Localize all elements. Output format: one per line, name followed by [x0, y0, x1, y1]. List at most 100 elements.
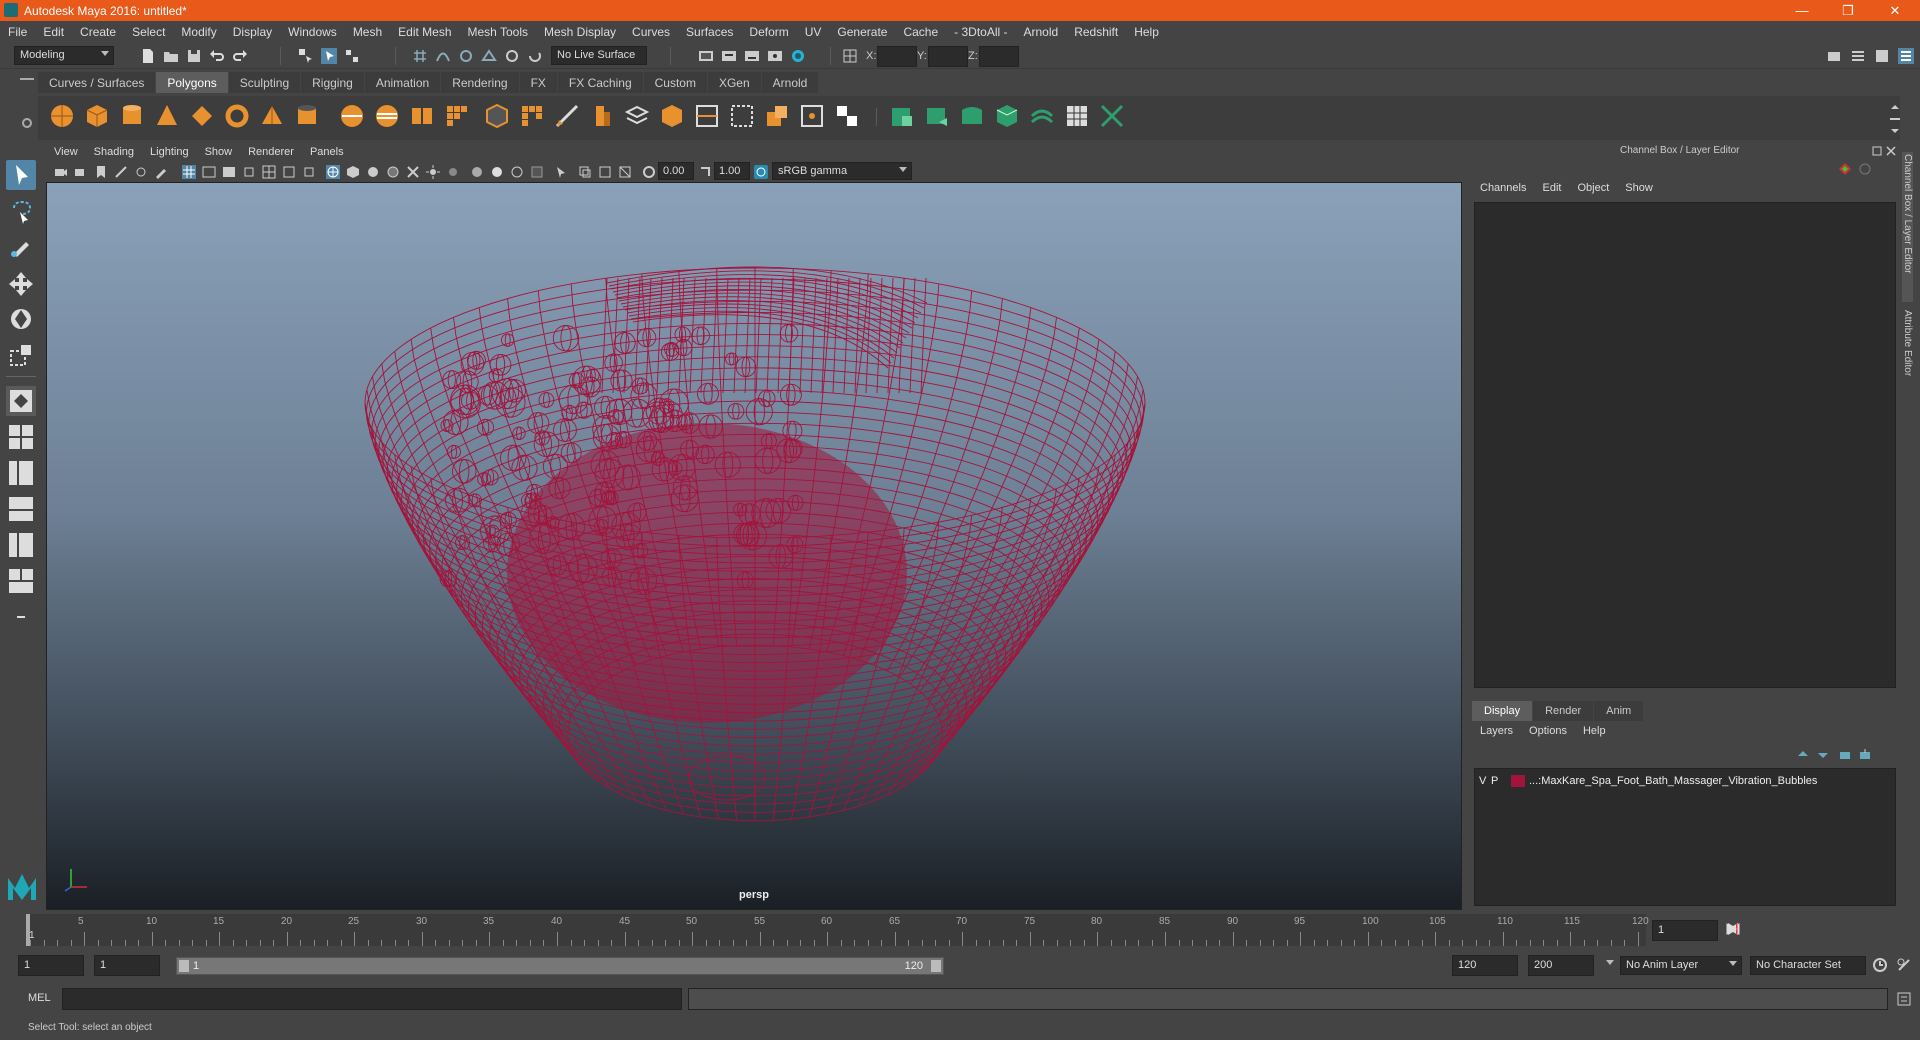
select-hierarchy-icon[interactable]: [298, 48, 314, 64]
render-view-icon[interactable]: [698, 48, 714, 64]
close-button[interactable]: ✕: [1880, 2, 1910, 19]
bridge-icon[interactable]: [518, 102, 546, 130]
smooth-icon[interactable]: [443, 102, 471, 130]
layer-row[interactable]: V P ...:MaxKare_Spa_Foot_Bath_Massager_V…: [1479, 773, 1893, 789]
snap-view-plane-icon[interactable]: [481, 48, 497, 64]
insert-edge-loop-icon[interactable]: [693, 102, 721, 130]
menu-redshift[interactable]: Redshift: [1066, 25, 1126, 39]
snap-live-icon[interactable]: [504, 48, 520, 64]
hypershade-icon[interactable]: [790, 48, 806, 64]
tab-polygons[interactable]: Polygons: [156, 72, 228, 93]
new-layer-selected-icon[interactable]: [1858, 748, 1872, 762]
viewport-menu-shading[interactable]: Shading: [86, 146, 142, 158]
snap-grid-icon[interactable]: [412, 48, 428, 64]
make-live-icon[interactable]: [527, 48, 543, 64]
layers-menu[interactable]: Layers: [1472, 725, 1521, 737]
tab-arnold[interactable]: Arnold: [761, 72, 819, 93]
menu-mesh-display[interactable]: Mesh Display: [536, 25, 624, 39]
options-menu[interactable]: Options: [1521, 725, 1575, 737]
menu-3dtoall[interactable]: - 3DtoAll -: [946, 25, 1015, 39]
wireframe-icon[interactable]: [326, 165, 340, 179]
gamma-icon[interactable]: [698, 165, 712, 179]
tab-fx[interactable]: FX: [519, 72, 557, 93]
attribute-editor-side-tab[interactable]: Attribute Editor: [1902, 310, 1913, 410]
xray-icon[interactable]: [578, 165, 592, 179]
gate-mask-icon[interactable]: [242, 165, 256, 179]
tab-anim-layers[interactable]: Anim: [1594, 701, 1644, 721]
merge-icon[interactable]: [833, 102, 861, 130]
menu-arnold[interactable]: Arnold: [1016, 25, 1067, 39]
command-language-label[interactable]: MEL: [28, 992, 51, 1004]
poly-cone-icon[interactable]: [153, 102, 181, 130]
snap-curve-icon[interactable]: [435, 48, 451, 64]
poly-sphere-icon[interactable]: [48, 102, 76, 130]
multi-cut-icon[interactable]: [553, 102, 581, 130]
poly-cube-icon[interactable]: [83, 102, 111, 130]
z-field[interactable]: [979, 46, 1019, 67]
tab-rendering[interactable]: Rendering: [441, 72, 519, 93]
uv-editor-icon[interactable]: [1063, 102, 1091, 130]
tab-rigging[interactable]: Rigging: [301, 72, 364, 93]
close-panel-icon[interactable]: [1884, 144, 1898, 158]
exposure-icon[interactable]: [642, 165, 656, 179]
isolate-select-icon[interactable]: [554, 165, 568, 179]
minimize-button[interactable]: —: [1787, 2, 1817, 19]
animation-end-field[interactable]: 200: [1528, 955, 1594, 976]
shelf-settings-icon[interactable]: [22, 118, 32, 128]
channel-box-list[interactable]: [1474, 202, 1896, 688]
select-component-icon[interactable]: [344, 48, 360, 64]
tab-render-layers[interactable]: Render: [1533, 701, 1594, 721]
menu-file[interactable]: File: [0, 25, 35, 39]
sculpt-icon[interactable]: [763, 102, 791, 130]
combine-icon[interactable]: [338, 102, 366, 130]
edit-menu[interactable]: Edit: [1534, 182, 1569, 194]
film-gate-icon[interactable]: [202, 165, 216, 179]
smooth-shade-icon[interactable]: [346, 165, 360, 179]
menu-modify[interactable]: Modify: [173, 25, 224, 39]
default-material-icon[interactable]: [366, 165, 380, 179]
append-icon[interactable]: [623, 102, 651, 130]
redo-icon[interactable]: [232, 48, 248, 64]
restore-button[interactable]: ❐: [1833, 2, 1863, 19]
tab-sculpting[interactable]: Sculpting: [228, 72, 301, 93]
command-input[interactable]: [62, 988, 682, 1010]
2d-pan-zoom-icon[interactable]: [134, 165, 148, 179]
uv-cylindrical-icon[interactable]: [923, 102, 951, 130]
new-scene-icon[interactable]: [140, 48, 156, 64]
tool-settings-icon[interactable]: [1874, 48, 1890, 64]
xray-components-icon[interactable]: [618, 165, 632, 179]
poly-cylinder-icon[interactable]: [118, 102, 146, 130]
uv-planar-icon[interactable]: [888, 102, 916, 130]
menu-edit[interactable]: Edit: [35, 25, 72, 39]
menu-surfaces[interactable]: Surfaces: [678, 25, 741, 39]
tab-fx-caching[interactable]: FX Caching: [557, 72, 643, 93]
menu-display[interactable]: Display: [225, 25, 280, 39]
range-start-handle[interactable]: [179, 960, 189, 972]
menu-cache[interactable]: Cache: [895, 25, 946, 39]
four-view-layout-icon[interactable]: [6, 422, 36, 452]
camera-select-icon[interactable]: [54, 165, 68, 179]
tab-custom[interactable]: Custom: [643, 72, 707, 93]
keyed-channel-icon[interactable]: [1838, 162, 1852, 176]
extrude-icon[interactable]: [588, 102, 616, 130]
menu-mesh-tools[interactable]: Mesh Tools: [460, 25, 536, 39]
current-frame-field[interactable]: 1: [1652, 920, 1718, 941]
open-scene-icon[interactable]: [163, 48, 179, 64]
viewport-menu-lighting[interactable]: Lighting: [142, 146, 197, 158]
exposure-field[interactable]: 0.00: [658, 162, 694, 180]
channel-box-side-tab[interactable]: Channel Box / Layer Editor: [1902, 152, 1913, 302]
bookmark-icon[interactable]: [94, 165, 108, 179]
grid-toggle-icon[interactable]: [182, 165, 196, 179]
motion-blur-icon[interactable]: [490, 165, 504, 179]
y-field[interactable]: [928, 46, 968, 67]
grease-pencil-icon[interactable]: [154, 165, 168, 179]
layer-color-swatch[interactable]: [1511, 775, 1525, 787]
menu-mesh[interactable]: Mesh: [345, 25, 390, 39]
x-field[interactable]: [877, 46, 917, 67]
tab-xgen[interactable]: XGen: [707, 72, 761, 93]
playback-start-field[interactable]: 1: [94, 955, 160, 976]
animation-start-field[interactable]: 1: [18, 955, 84, 976]
lasso-tool-icon[interactable]: [6, 196, 36, 226]
menu-create[interactable]: Create: [72, 25, 124, 39]
playback-end-field[interactable]: 120: [1452, 955, 1518, 976]
